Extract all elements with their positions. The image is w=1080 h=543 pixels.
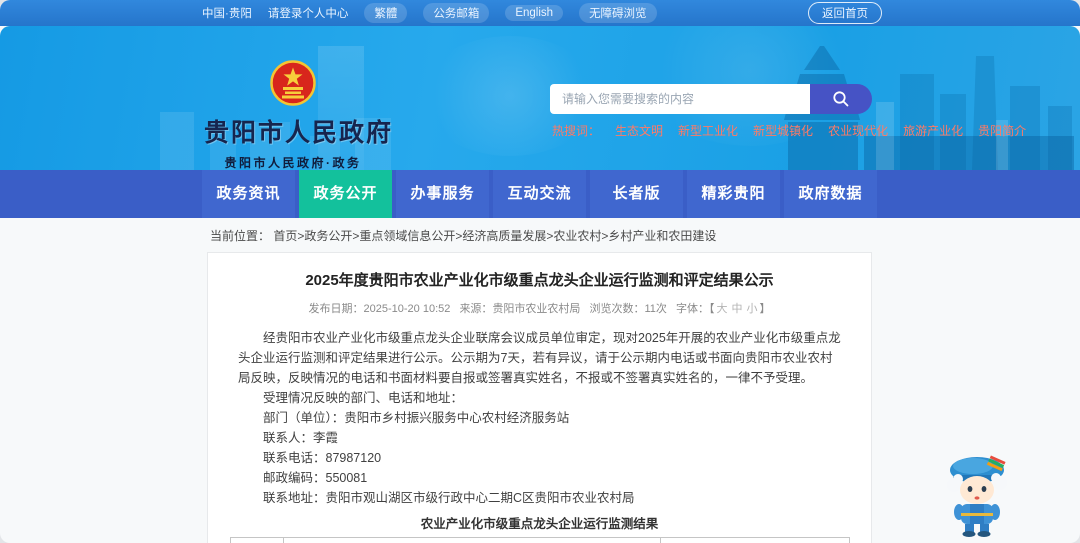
header-cell-index: 序号	[229, 537, 285, 543]
main-nav: 政务资讯 政务公开 办事服务 互动交流 长者版 精彩贵阳 政府数据	[0, 170, 1080, 218]
header-cell-result: 监测结果	[659, 537, 850, 543]
font-size-label: 字体：	[675, 303, 709, 315]
bracket: 】	[759, 303, 771, 315]
toplink-login-center[interactable]: 请登录个人中心	[268, 5, 349, 21]
browser-page: 中国·贵阳 请登录个人中心 繁體 公务邮箱 English 无障碍浏览 返回首页	[0, 0, 1080, 543]
nav-tab-banshi-fuwu[interactable]: 办事服务	[396, 170, 489, 218]
nav-tab-hudong-jiaoliu[interactable]: 互动交流	[493, 170, 586, 218]
article-title: 2025年度贵阳市农业产业化市级重点龙头企业运行监测和评定结果公示	[305, 272, 774, 289]
contact-line-department: 部门（单位）：贵阳市乡村振兴服务中心农村经济服务站	[263, 411, 570, 425]
hot-search-words: 热搜词： 生态文明 新型工业化 新型城镇化 农业现代化 旅游产业化 贵阳简介	[552, 122, 1026, 139]
font-size-large-button[interactable]: 大	[716, 303, 727, 315]
nav-tab-zhangzheban[interactable]: 长者版	[590, 170, 683, 218]
toplink-official-mail[interactable]: 公务邮箱	[423, 3, 490, 23]
hot-words-label: 热搜词：	[552, 124, 601, 138]
publish-date-label: 发布日期：	[308, 303, 364, 315]
search-bar	[550, 84, 872, 114]
return-home-button[interactable]: 返回首页	[808, 2, 882, 24]
contact-line-phone: 联系电话：87987120	[263, 451, 382, 465]
breadcrumb: 当前位置： 首页>政务公开>重点领域信息公开>经济高质量发展>农业农村>乡村产业…	[210, 227, 716, 244]
site-name: 贵阳市人民政府	[204, 119, 394, 147]
search-input[interactable]	[550, 84, 810, 114]
site-subtitle: 贵阳市人民政府·政务	[224, 156, 362, 170]
hot-word-link[interactable]: 旅游产业化	[903, 122, 963, 139]
hot-word-link[interactable]: 新型工业化	[678, 122, 738, 139]
source-value: 贵阳市农业农村局	[492, 303, 581, 315]
toplink-english[interactable]: English	[505, 5, 564, 21]
hot-word-link[interactable]: 新型城镇化	[753, 122, 813, 139]
views-value: 11次	[644, 303, 667, 315]
table-header-row: 序号 企业名称 监测结果	[229, 537, 850, 543]
bracket: 【	[708, 303, 715, 315]
article-paragraph: 经贵阳市农业产业化市级重点龙头企业联席会议成员单位审定，现对2025年开展的农业…	[238, 331, 841, 385]
search-icon	[833, 91, 849, 107]
mascot-assistant-icon[interactable]	[933, 450, 1017, 538]
header-cell-company: 企业名称	[283, 537, 661, 543]
article-body: 经贵阳市农业产业化市级重点龙头企业联席会议成员单位审定，现对2025年开展的农业…	[238, 328, 841, 508]
site-banner: 贵阳市人民政府 贵阳市人民政府·政务 www.guiyang.gov.cn 热搜…	[0, 26, 1080, 170]
nav-tab-zhengwu-gongkai[interactable]: 政务公开	[299, 170, 392, 218]
toplink-accessibility[interactable]: 无障碍浏览	[579, 3, 657, 23]
article-meta: 发布日期：2025-10-20 10:52 来源：贵阳市农业农村局 浏览次数：1…	[208, 300, 871, 316]
source-label: 来源：	[459, 303, 493, 315]
nav-tab-zhengfu-shuju[interactable]: 政府数据	[784, 170, 877, 218]
nav-tab-zhengwu-zixun[interactable]: 政务资讯	[202, 170, 295, 218]
monitoring-result-table: 序号 企业名称 监测结果 1 贵州合力超市采购有限公司 合格 2 贵州友禾种业有…	[229, 537, 850, 543]
breadcrumb-path[interactable]: 首页>政务公开>重点领域信息公开>经济高质量发展>农业农村>乡村产业和农田建设	[273, 229, 716, 243]
table-caption: 农业产业化市级重点龙头企业运行监测结果	[420, 517, 659, 531]
publish-date: 2025-10-20 10:52	[363, 303, 451, 315]
nav-tab-jingcai-guiyang[interactable]: 精彩贵阳	[687, 170, 780, 218]
contact-line-postcode: 邮政编码：550081	[263, 471, 368, 485]
font-size-medium-button[interactable]: 中	[731, 303, 742, 315]
contact-line-address: 联系地址：贵阳市观山湖区市级行政中心二期C区贵阳市农业农村局	[263, 491, 635, 505]
breadcrumb-label: 当前位置：	[210, 229, 271, 243]
site-logo[interactable]: 贵阳市人民政府 贵阳市人民政府·政务 www.guiyang.gov.cn	[204, 60, 394, 170]
contact-line-person: 联系人：李霞	[263, 431, 339, 445]
views-label: 浏览次数：	[589, 303, 645, 315]
hot-word-link[interactable]: 生态文明	[615, 122, 663, 139]
article-card: 2025年度贵阳市农业产业化市级重点龙头企业运行监测和评定结果公示 发布日期：2…	[207, 252, 872, 543]
article-paragraph: 受理情况反映的部门、电话和地址：	[263, 391, 464, 405]
font-size-small-button[interactable]: 小	[746, 303, 757, 315]
top-utility-bar: 中国·贵阳 请登录个人中心 繁體 公务邮箱 English 无障碍浏览 返回首页	[0, 0, 1080, 26]
national-emblem-icon	[270, 60, 316, 106]
hot-word-link[interactable]: 农业现代化	[828, 122, 888, 139]
toplink-china-guiyang[interactable]: 中国·贵阳	[202, 5, 252, 21]
hot-word-link[interactable]: 贵阳简介	[978, 122, 1026, 139]
toplink-traditional-chinese[interactable]: 繁體	[364, 3, 408, 23]
search-button[interactable]	[810, 84, 872, 114]
